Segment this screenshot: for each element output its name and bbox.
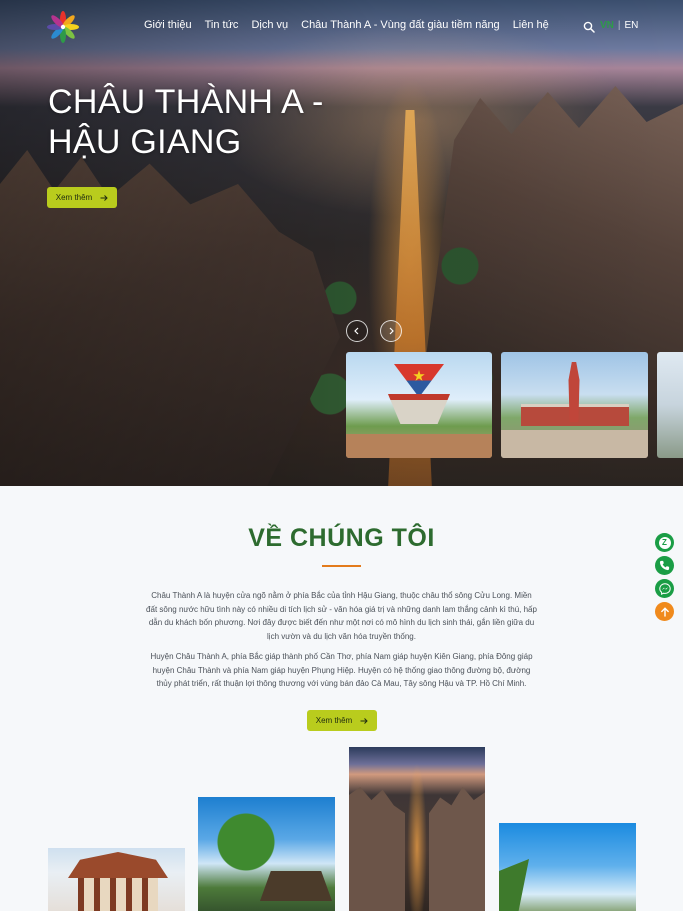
messenger-icon	[658, 582, 671, 595]
lang-separator: |	[617, 20, 621, 31]
slider-thumbnail-monument-statue[interactable]	[501, 352, 648, 458]
castle-left	[349, 787, 405, 911]
nav-item-dich-vu[interactable]: Dịch vụ	[251, 19, 288, 31]
gallery-image-pavilion[interactable]	[48, 848, 185, 911]
about-see-more-label: Xem thêm	[315, 716, 353, 725]
arrow-right-icon	[360, 717, 368, 724]
nav-item-lien-he[interactable]: Liên hệ	[513, 19, 549, 31]
slider-prev-button[interactable]	[346, 320, 368, 342]
thumbnail-monument-flag	[394, 364, 444, 394]
zalo-button[interactable]: Z	[655, 533, 674, 552]
hero-see-more-button[interactable]: Xem thêm	[47, 187, 117, 208]
lang-en[interactable]: EN	[625, 20, 639, 31]
slider-thumbnail-partial[interactable]	[657, 352, 683, 458]
gallery-image-castle-street[interactable]	[349, 747, 485, 911]
chevron-right-icon	[389, 327, 394, 335]
gallery-image-garden[interactable]	[198, 797, 335, 911]
phone-button[interactable]	[655, 556, 674, 575]
garden-tree	[216, 807, 276, 877]
hero-title-line2: HẬU GIANG	[48, 123, 242, 161]
pavilion-roof	[68, 852, 168, 878]
slider-next-button[interactable]	[380, 320, 402, 342]
about-paragraph-2: Huyện Châu Thành A, phía Bắc giáp thành …	[150, 652, 533, 688]
about-paragraph-1: Châu Thành A là huyện cửa ngõ nằm ở phía…	[146, 591, 537, 641]
thumbnail-ground	[501, 430, 648, 458]
zalo-icon: Z	[658, 536, 671, 549]
thumbnail-monument-base	[388, 394, 450, 424]
garden-hut	[260, 871, 332, 901]
main-nav: Giới thiệu Tin tức Dịch vụ Châu Thành A …	[144, 19, 549, 31]
castle-right	[429, 787, 485, 911]
scroll-to-top-button[interactable]	[655, 602, 674, 621]
hero-see-more-label: Xem thêm	[55, 193, 93, 202]
search-icon[interactable]	[583, 20, 597, 34]
pinwheel-logo[interactable]	[47, 11, 79, 43]
nav-item-gioi-thieu[interactable]: Giới thiệu	[144, 19, 192, 31]
hero-title-line1: CHÂU THÀNH A -	[48, 83, 324, 121]
about-see-more-button[interactable]: Xem thêm	[307, 710, 377, 731]
lang-vn[interactable]: VN	[600, 20, 614, 31]
foliage	[499, 859, 529, 911]
pavilion-body	[78, 878, 158, 911]
thumbnail-ground	[346, 434, 492, 458]
hero-banner: Giới thiệu Tin tức Dịch vụ Châu Thành A …	[0, 0, 683, 486]
nav-item-chau-thanh-a[interactable]: Châu Thành A - Vùng đất giàu tiềm năng	[301, 19, 500, 31]
nav-item-tin-tuc[interactable]: Tin tức	[205, 19, 239, 31]
messenger-button[interactable]	[655, 579, 674, 598]
phone-icon	[659, 560, 670, 571]
gallery-image-sky[interactable]	[499, 823, 636, 911]
arrow-right-icon	[100, 194, 108, 201]
hero-title: CHÂU THÀNH A - HẬU GIANG	[48, 82, 368, 162]
language-switcher: VN | EN	[600, 20, 638, 31]
about-title-divider	[322, 565, 361, 567]
arrow-up-icon	[660, 606, 669, 617]
about-title: VỀ CHÚNG TÔI	[248, 524, 435, 552]
site-header: Giới thiệu Tin tức Dịch vụ Châu Thành A …	[0, 0, 683, 54]
chevron-left-icon	[354, 327, 359, 335]
slider-thumbnail-monument-flag[interactable]	[346, 352, 492, 458]
